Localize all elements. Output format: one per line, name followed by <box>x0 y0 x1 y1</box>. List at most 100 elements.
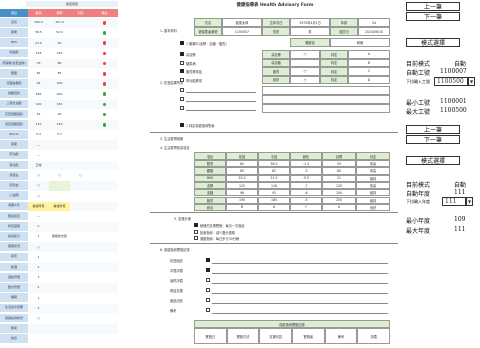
input-line[interactable] <box>186 101 256 102</box>
checkbox-icon[interactable] <box>180 77 184 82</box>
input-line[interactable] <box>212 273 388 274</box>
form-title: 健康指導表 Health Advisory Form <box>236 3 314 8</box>
prev-record-button[interactable]: 上一筆 <box>406 2 460 11</box>
row-value: ○ <box>28 171 49 181</box>
row-standard <box>49 334 70 344</box>
grid-cell: 維持 <box>356 174 390 182</box>
checkbox-icon[interactable] <box>180 123 184 127</box>
dropdown-year-input[interactable]: 111 <box>442 197 466 206</box>
row-value: 3 <box>28 303 49 314</box>
birth-value: 1970年4月1日 <box>290 18 330 27</box>
row-note <box>91 130 118 140</box>
row-standard <box>49 252 70 263</box>
row-judgement <box>70 48 91 59</box>
finding-label: 高血糖 <box>262 58 290 67</box>
prev-year-button[interactable]: 上一筆 <box>406 125 460 134</box>
row-label: 心電圖 <box>0 191 28 202</box>
input-line[interactable] <box>212 283 388 284</box>
dropdown-year-label: 下拉輸入年度 <box>406 199 430 204</box>
checkbox-icon[interactable] <box>206 278 210 282</box>
mode-select-year-button[interactable]: 模式選擇 <box>406 156 460 165</box>
grid-cell: 92 <box>258 189 290 197</box>
row-judgement <box>70 99 91 110</box>
checkbox-icon[interactable] <box>180 88 184 92</box>
record-column: 實施者 <box>292 328 325 344</box>
checkbox-icon[interactable] <box>180 69 184 73</box>
summary-row: 生活改善意願 3 <box>0 303 118 314</box>
status-dot-icon <box>102 41 107 45</box>
mode-select-button[interactable]: 模式選擇 <box>406 38 460 47</box>
checkbox-icon[interactable] <box>206 258 210 262</box>
row-note <box>91 324 118 334</box>
row-note <box>91 293 118 304</box>
judgement-label: 判定 <box>320 67 348 76</box>
input-line[interactable] <box>212 263 388 264</box>
row-label: 眼底檢查 <box>0 211 28 222</box>
max-year-label: 最大年度 <box>406 228 431 235</box>
row-standard <box>49 283 70 293</box>
next-record-button[interactable]: 下一筆 <box>406 12 460 21</box>
divider <box>150 243 398 244</box>
row-note <box>91 120 118 130</box>
row-judgement <box>70 38 91 49</box>
auto-id-label: 自動工號 <box>406 70 431 77</box>
blank-field[interactable] <box>262 86 390 95</box>
summary-row: 眼底檢查 — <box>0 211 118 222</box>
status-dot-icon <box>102 51 107 56</box>
summary-row: 飲酒 2 <box>0 262 118 273</box>
row-judgement <box>70 150 91 161</box>
column-header: 數值 <box>28 9 49 17</box>
row-value: 52 <box>28 109 49 120</box>
input-line[interactable] <box>186 92 256 93</box>
row-judgement <box>70 252 91 263</box>
row-judgement <box>70 181 91 191</box>
checkbox-icon[interactable] <box>180 41 184 45</box>
checkbox-icon[interactable] <box>206 268 210 272</box>
auto-year-label: 自動年度 <box>406 191 431 198</box>
checkbox-icon[interactable] <box>194 236 198 240</box>
checkbox-icon[interactable] <box>180 52 184 56</box>
checkbox-icon[interactable] <box>180 60 184 65</box>
blank-field[interactable] <box>262 104 390 113</box>
chevron-down-icon[interactable]: ▼ <box>466 197 473 206</box>
finding-item: 高血壓 <box>186 53 196 57</box>
chevron-down-icon[interactable]: ▼ <box>468 77 475 86</box>
row-value: 58.5 <box>28 28 49 38</box>
summary-row: HbA1c 5.4 5.7 <box>0 130 118 140</box>
row-judgement <box>70 262 91 273</box>
dropdown-id-input[interactable]: 1100500 <box>434 77 468 86</box>
row-note <box>91 334 118 344</box>
row-note <box>91 150 118 161</box>
checkbox-icon[interactable] <box>194 229 198 234</box>
input-line[interactable] <box>186 110 256 111</box>
row-note <box>91 252 118 263</box>
row-standard <box>49 181 70 191</box>
input-line[interactable] <box>212 293 388 294</box>
next-year-button[interactable]: 下一筆 <box>406 135 460 144</box>
summary-row: 心電圖 ○ <box>0 191 118 202</box>
row-value: 1 <box>28 293 49 304</box>
grid-cell: 98 <box>226 189 258 197</box>
finding-item: 糖尿病 <box>186 61 196 66</box>
row-note <box>91 99 118 110</box>
checkbox-icon[interactable] <box>180 106 184 110</box>
checkbox-icon[interactable] <box>206 298 210 302</box>
row-note <box>91 303 118 314</box>
row-label: 總膽固醇 <box>0 89 28 100</box>
checkbox-icon[interactable] <box>206 308 210 312</box>
checkbox-icon[interactable] <box>206 288 210 292</box>
grid-cell: 維持 <box>356 189 390 197</box>
row-note <box>91 89 118 100</box>
row-value <box>28 334 49 344</box>
judgement-value: B <box>348 58 390 67</box>
summary-row: 低密度膽固醇 110 130 <box>0 120 118 130</box>
input-line[interactable] <box>212 303 388 304</box>
blank-field[interactable] <box>262 95 390 104</box>
row-note <box>91 109 118 120</box>
summary-row: 收縮壓 118 120 <box>0 48 118 59</box>
summary-row: 體重 58.5 52.0 <box>0 28 118 38</box>
checkbox-icon[interactable] <box>194 223 198 227</box>
checkbox-icon[interactable] <box>180 97 184 101</box>
row-label: 生活改善意願 <box>0 303 28 314</box>
input-line[interactable] <box>212 313 388 314</box>
